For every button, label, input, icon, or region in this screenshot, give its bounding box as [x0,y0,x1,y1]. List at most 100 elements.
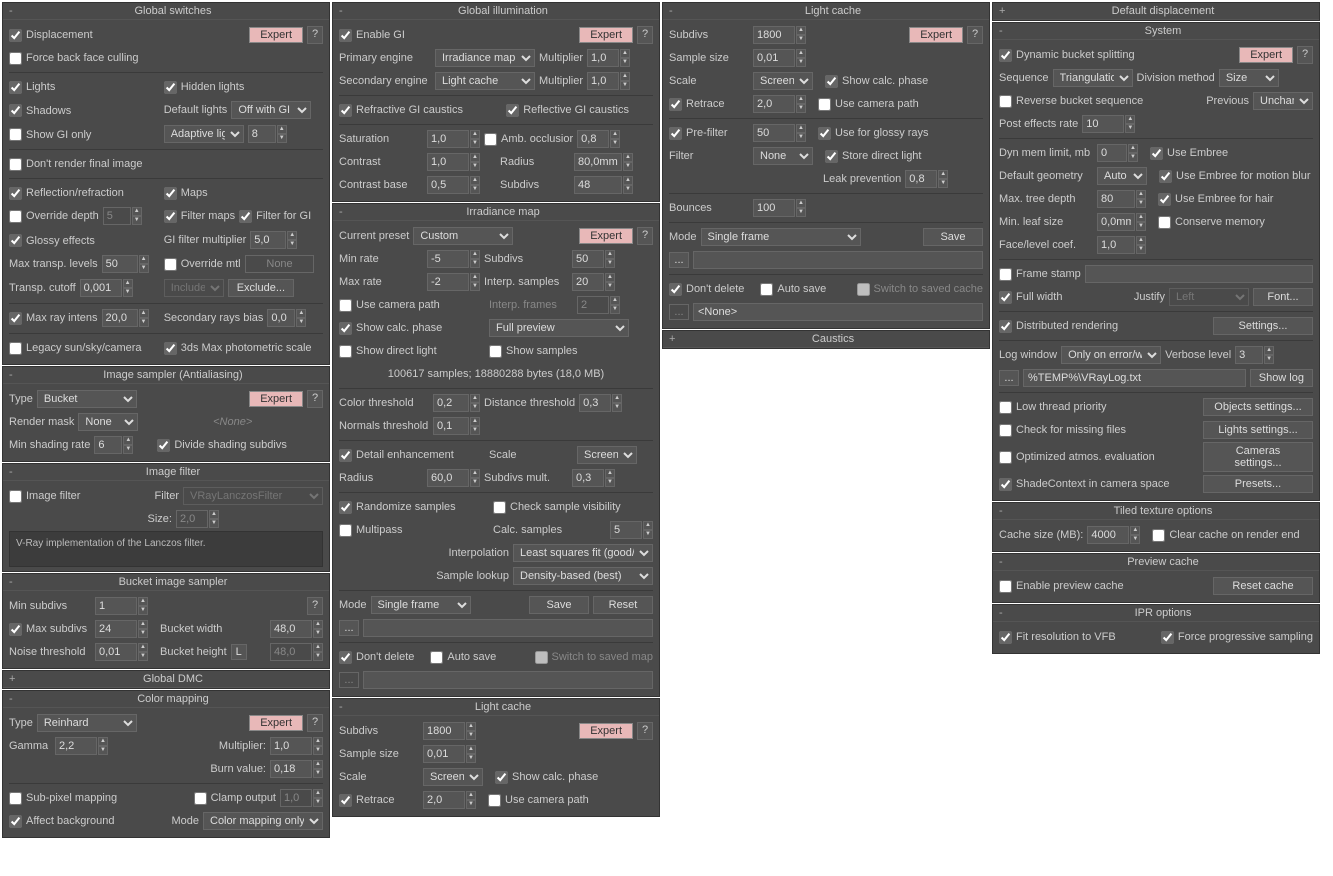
division-method-select[interactable]: Size [1219,69,1279,87]
max-ray-intens-spinner[interactable]: ▲▼ [102,309,149,327]
distance-threshold-spinner[interactable]: ▲▼ [579,394,622,412]
max-rate-spinner[interactable]: ▲▼ [427,273,480,291]
dont-delete-checkbox[interactable]: Don't delete [339,651,414,664]
reflective-caustics-checkbox[interactable]: Reflective GI caustics [506,104,629,117]
lock-button[interactable]: L [231,644,247,660]
render-mask-select[interactable]: None [78,413,138,431]
exclude-button[interactable]: Exclude... [228,279,294,297]
panel-header[interactable]: -Light cache [663,3,989,20]
save-button[interactable]: Save [529,596,589,614]
bounces-spinner[interactable]: ▲▼ [753,199,806,217]
expert-button[interactable]: Expert [249,391,303,407]
shadows-checkbox[interactable]: Shadows [9,104,160,117]
force-bfc-checkbox[interactable]: Force back face culling [9,52,139,65]
use-camera-path-checkbox[interactable]: Use camera path [339,299,485,312]
panel-header[interactable]: +Default displacement [993,3,1319,20]
expert-button[interactable]: Expert [1239,47,1293,63]
path-field-2[interactable] [693,303,983,321]
force-prog-checkbox[interactable]: Force progressive sampling [1161,631,1313,644]
mode-select[interactable]: Single frame [371,596,471,614]
lc-subdivs-spinner[interactable]: ▲▼ [753,26,806,44]
expert-button[interactable]: Expert [909,27,963,43]
primary-mult-spinner[interactable]: ▲▼ [587,49,630,67]
detail-enhance-checkbox[interactable]: Detail enhancement [339,449,485,462]
default-lights-select[interactable]: Off with GI [231,101,311,119]
affect-bg-checkbox[interactable]: Affect background [9,815,114,828]
min-leaf-size-spinner[interactable]: ▲▼ [1097,213,1146,231]
retrace-checkbox[interactable]: Retrace [669,98,749,111]
show-direct-light-checkbox[interactable]: Show direct light [339,345,485,358]
store-direct-checkbox[interactable]: Store direct light [825,150,921,163]
color-threshold-spinner[interactable]: ▲▼ [433,394,480,412]
conserve-memory-checkbox[interactable]: Conserve memory [1158,216,1265,229]
clamp-output-checkbox[interactable]: Clamp output [194,792,276,805]
min-subdivs-spinner[interactable]: ▲▼ [95,597,148,615]
retrace-spinner[interactable]: ▲▼ [753,95,806,113]
max-transp-spinner[interactable]: ▲▼ [102,255,149,273]
glossy-effects-checkbox[interactable]: Glossy effects [9,234,160,247]
dyn-mem-spinner[interactable]: ▲▼ [1097,144,1138,162]
panel-header[interactable]: -System [993,23,1319,40]
help-button[interactable]: ? [307,597,323,615]
switch-saved-checkbox[interactable]: Switch to saved cache [857,283,983,296]
reverse-bucket-checkbox[interactable]: Reverse bucket sequence [999,95,1143,108]
panel-header[interactable]: -Preview cache [993,554,1319,571]
override-depth-spinner[interactable]: ▲▼ [103,207,142,225]
help-button[interactable]: ? [637,227,653,245]
panel-header[interactable]: -Image filter [3,464,329,481]
auto-save-checkbox[interactable]: Auto save [760,283,826,296]
min-shading-spinner[interactable]: ▲▼ [94,436,133,454]
panel-header[interactable]: -IPR options [993,605,1319,622]
expert-button[interactable]: Expert [249,715,303,731]
expert-button[interactable]: Expert [249,27,303,43]
normals-threshold-spinner[interactable]: ▲▼ [433,417,480,435]
size-spinner[interactable]: ▲▼ [176,510,219,528]
panel-header[interactable]: -Image sampler (Antialiasing) [3,367,329,384]
subdivs-spinner[interactable]: ▲▼ [574,176,633,194]
secondary-mult-spinner[interactable]: ▲▼ [587,72,630,90]
legacy-sun-checkbox[interactable]: Legacy sun/sky/camera [9,342,160,355]
hidden-lights-checkbox[interactable]: Hidden lights [164,81,315,94]
subdivs-mult-spinner[interactable]: ▲▼ [572,469,615,487]
gi-filter-mult-spinner[interactable]: ▲▼ [250,231,297,249]
show-calc-phase-checkbox[interactable]: Show calc. phase [825,75,928,88]
maps-checkbox[interactable]: Maps [164,187,315,200]
expert-button[interactable]: Expert [579,27,633,43]
sample-size-spinner[interactable]: ▲▼ [753,49,806,67]
cameras-settings-button[interactable]: Cameras settings... [1203,442,1313,472]
show-calc-phase-checkbox[interactable]: Show calc. phase [495,771,598,784]
help-button[interactable]: ? [1297,46,1313,64]
primary-engine-select[interactable]: Irradiance map [435,49,535,67]
interp-samples-spinner[interactable]: ▲▼ [572,273,615,291]
pre-filter-spinner[interactable]: ▲▼ [753,124,806,142]
settings-button[interactable]: Settings... [1213,317,1313,335]
switch-saved-checkbox[interactable]: Switch to saved map [535,651,654,664]
panel-header[interactable]: -Tiled texture options [993,503,1319,520]
expert-button[interactable]: Expert [579,723,633,739]
displacement-checkbox[interactable]: Displacement [9,29,93,42]
contrast-spinner[interactable]: ▲▼ [427,153,480,171]
type-select[interactable]: Bucket [37,390,137,408]
browse-button[interactable]: ... [339,620,359,636]
use-camera-path-checkbox[interactable]: Use camera path [818,98,919,111]
save-button[interactable]: Save [923,228,983,246]
sub-pixel-checkbox[interactable]: Sub-pixel mapping [9,792,117,805]
override-depth-checkbox[interactable]: Override depth [9,210,99,223]
contrast-base-spinner[interactable]: ▲▼ [427,176,480,194]
pre-filter-checkbox[interactable]: Pre-filter [669,127,749,140]
transp-cutoff-spinner[interactable]: ▲▼ [80,279,133,297]
panel-header[interactable]: -Global switches [3,3,329,20]
im-subdivs-spinner[interactable]: ▲▼ [572,250,615,268]
expert-button[interactable]: Expert [579,228,633,244]
photometric-checkbox[interactable]: 3ds Max photometric scale [164,342,315,355]
use-embree-hair-checkbox[interactable]: Use Embree for hair [1158,193,1273,206]
face-level-spinner[interactable]: ▲▼ [1097,236,1146,254]
image-filter-checkbox[interactable]: Image filter [9,490,80,503]
adaptive-lights-spinner[interactable]: ▲▼ [248,125,287,143]
lc-subdivs-spinner[interactable]: ▲▼ [423,722,476,740]
panel-header[interactable]: -Irradiance map [333,204,659,221]
panel-header[interactable]: -Light cache [333,699,659,716]
low-thread-checkbox[interactable]: Low thread priority [999,401,1107,414]
frame-stamp-checkbox[interactable]: Frame stamp [999,268,1081,281]
browse-log-button[interactable]: ... [999,370,1019,386]
